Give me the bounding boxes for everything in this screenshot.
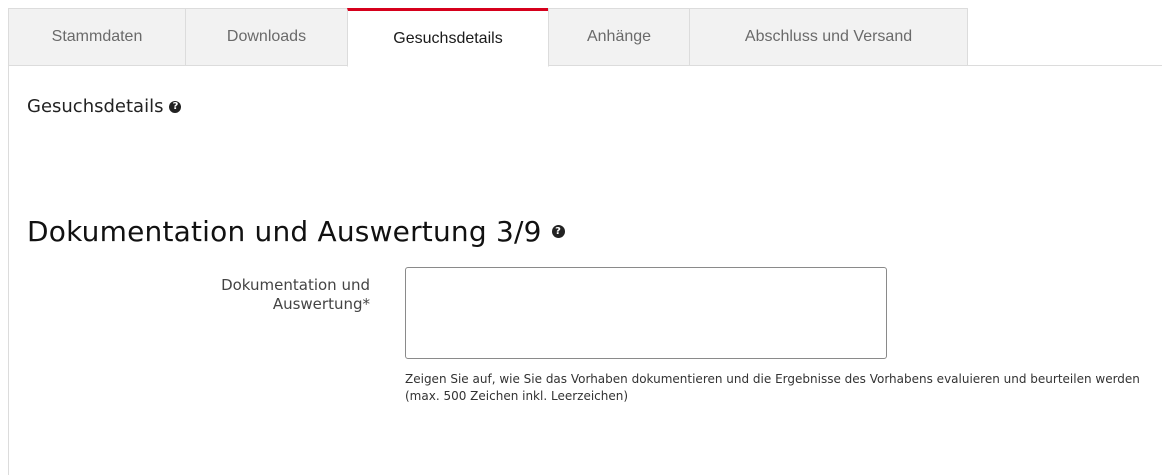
section-heading: Gesuchsdetails ? — [27, 96, 182, 117]
dokumentation-auswertung-textarea[interactable] — [405, 267, 887, 359]
block-title-text: Dokumentation und Auswertung 3/9 — [27, 215, 542, 248]
application-form-page: Stammdaten Downloads Gesuchsdetails Anhä… — [0, 0, 1162, 475]
tab-anhaenge[interactable]: Anhänge — [548, 8, 690, 66]
question-circle-icon[interactable]: ? — [551, 225, 565, 238]
tab-stammdaten[interactable]: Stammdaten — [8, 8, 186, 66]
field-label: Dokumentation und Auswertung* — [130, 276, 370, 314]
field-help-text: Zeigen Sie auf, wie Sie das Vorhaben dok… — [405, 372, 1140, 403]
field-label-line2: Auswertung* — [272, 295, 370, 313]
block-heading: Dokumentation und Auswertung 3/9 ? — [27, 215, 565, 248]
question-circle-icon[interactable]: ? — [169, 100, 182, 113]
tab-abschluss-und-versand[interactable]: Abschluss und Versand — [689, 8, 968, 66]
tab-downloads[interactable]: Downloads — [185, 8, 348, 66]
tab-gesuchsdetails[interactable]: Gesuchsdetails — [347, 8, 549, 67]
section-title-text: Gesuchsdetails — [27, 96, 164, 117]
tab-bar: Stammdaten Downloads Gesuchsdetails Anhä… — [8, 8, 968, 67]
field-label-line1: Dokumentation und — [221, 276, 370, 294]
